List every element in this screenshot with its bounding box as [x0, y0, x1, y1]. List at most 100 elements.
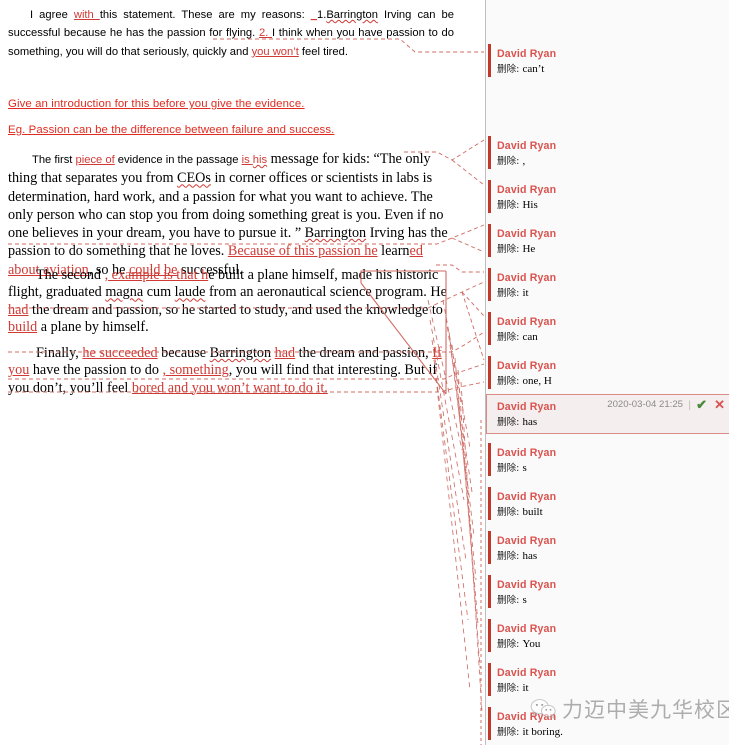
comment-action-label: 删除:	[497, 156, 523, 167]
comment-deleted-text: can	[522, 331, 538, 343]
comment-deleted-text: You	[522, 638, 541, 650]
evidence1-lead-run-2: evidence in the passage	[114, 154, 242, 166]
intro-run-9: you won’t	[251, 45, 299, 58]
comment-action-label: 删除:	[497, 727, 523, 738]
comment-balloon[interactable]: David Ryan 删除: s	[487, 573, 729, 611]
para1-runs: I agree with this statement. These are m…	[8, 9, 454, 58]
evidence1-run-1: CEOs	[177, 170, 211, 187]
comment-deleted-text: can’t	[522, 63, 545, 75]
comment-deleted-text: s	[522, 462, 527, 474]
document-body[interactable]: I agree with this statement. These are m…	[0, 6, 484, 396]
comment-author: David Ryan	[497, 316, 557, 328]
comment-change-bar	[488, 44, 491, 77]
comment-change-bar	[488, 180, 491, 213]
comment-body: 删除: one, H	[497, 374, 724, 389]
evidence1-lead-run-3: is	[241, 154, 253, 166]
comment-author: David Ryan	[497, 579, 557, 591]
comment-author: David Ryan	[497, 140, 557, 152]
paragraph-first-evidence: The first piece of evidence in the passa…	[8, 150, 450, 279]
comment-body: 删除: it boring.	[497, 725, 724, 740]
revision-comment-pane[interactable]: David Ryan 删除: can’t David Ryan 删除: , David …	[485, 0, 729, 745]
teacher-note-2: Eg. Passion can be the difference betwee…	[8, 124, 335, 136]
evidence1-lead-run-4: his	[252, 154, 268, 166]
comment-balloon[interactable]: David Ryan 删除: can	[487, 310, 729, 348]
comment-change-bar	[488, 312, 491, 345]
reject-change-icon[interactable]: ✕	[714, 397, 725, 412]
comment-deleted-text: one, H	[522, 375, 552, 387]
comment-balloon[interactable]: David Ryan 删除: can’t	[487, 42, 729, 80]
comment-change-bar	[488, 487, 491, 520]
comment-change-bar	[488, 575, 491, 608]
comment-balloon[interactable]: David Ryan 删除: His	[487, 178, 729, 216]
conclusion-run-5: had	[274, 345, 296, 361]
comment-author: David Ryan	[497, 623, 557, 635]
comment-balloon[interactable]: David Ryan 2020-03-04 21:25 | ✔ ✕ 删除: has	[486, 394, 729, 434]
accept-change-icon[interactable]: ✔	[696, 397, 707, 412]
comment-action-label: 删除:	[497, 551, 523, 562]
intro-run-1: with	[73, 9, 100, 21]
intro-run-2: this statement. These are my reasons:	[99, 9, 311, 21]
evidence1-run-5: Because of this passion he	[227, 243, 378, 260]
comment-balloon[interactable]: David Ryan 删除: ,	[487, 134, 729, 172]
comment-action-label: 删除:	[497, 332, 523, 343]
comment-balloon[interactable]: David Ryan 删除: You	[487, 617, 729, 655]
comment-deleted-text: has	[522, 550, 538, 562]
comment-body: 删除: built	[497, 505, 724, 520]
comment-balloon[interactable]: David Ryan 删除: it	[487, 266, 729, 304]
conclusion-run-8: have the passion to do	[29, 362, 163, 379]
comment-change-bar	[488, 443, 491, 476]
comment-balloon[interactable]: David Ryan 删除: He	[487, 222, 729, 260]
evidence2-run-6: from an aeronautical science program. He	[205, 284, 447, 301]
comment-action-label: 删除:	[497, 595, 523, 606]
evidence1-lead-run-0: The first	[32, 154, 76, 166]
comment-author: David Ryan	[497, 48, 557, 60]
comment-body: 删除: has	[497, 549, 724, 564]
evidence2-run-9: build	[8, 318, 38, 335]
comment-deleted-text: His	[522, 199, 538, 211]
comment-author: David Ryan	[497, 447, 557, 459]
evidence1-lead-run-1: piece of	[75, 154, 115, 166]
comment-body: 删除: it	[497, 286, 724, 301]
comment-balloon[interactable]: David Ryan 删除: built	[487, 485, 729, 523]
document-pane[interactable]: I agree with this statement. These are m…	[0, 0, 484, 745]
comment-balloon[interactable]: David Ryan 删除: s	[487, 441, 729, 479]
intro-run-7: 2.	[258, 27, 272, 40]
comment-change-bar	[488, 663, 491, 696]
comment-body: 删除: s	[497, 593, 724, 608]
comment-deleted-text: ,	[522, 155, 526, 167]
comment-action-label: 删除:	[497, 417, 523, 428]
comment-action-label: 删除:	[497, 244, 523, 255]
comment-deleted-text: built	[522, 506, 543, 518]
evidence2-run-1: , example is that h	[104, 267, 209, 283]
comment-timestamp: 2020-03-04 21:25	[607, 399, 683, 410]
comment-change-bar	[488, 356, 491, 389]
comment-body: 删除: You	[497, 637, 724, 652]
comment-action-label: 删除:	[497, 376, 523, 387]
comment-balloon[interactable]: David Ryan 删除: it boring.	[487, 705, 729, 743]
comment-author: David Ryan	[497, 667, 557, 679]
evidence2-run-3: magna	[105, 284, 144, 301]
comment-action-label: 删除:	[497, 64, 523, 75]
conclusion-run-3: Barrington	[209, 345, 272, 361]
comment-author: David Ryan	[497, 535, 557, 547]
comment-body: 删除: can	[497, 330, 724, 345]
comment-author: David Ryan	[497, 401, 557, 413]
para4-runs: Finally, he succeeded because Barrington…	[8, 345, 442, 396]
comment-body: 删除: His	[497, 198, 724, 213]
comment-action-label: 删除:	[497, 288, 523, 299]
intro-run-4: 1.	[316, 9, 327, 21]
comment-balloon[interactable]: David Ryan 删除: one, H	[487, 354, 729, 392]
evidence1-run-3: Barrington	[304, 225, 367, 242]
conclusion-run-6: the dream and passion,	[295, 345, 433, 361]
conclusion-run-2: because	[157, 345, 210, 361]
revision-review-screen: I agree with this statement. These are m…	[0, 0, 729, 745]
comment-balloon[interactable]: David Ryan 删除: has	[487, 529, 729, 567]
comment-action-label: 删除:	[497, 463, 523, 474]
comment-body: 删除: ,	[497, 154, 724, 169]
comment-balloon[interactable]: David Ryan 删除: it	[487, 661, 729, 699]
evidence2-run-10: a plane by himself.	[37, 318, 149, 335]
intro-run-10: feel tired.	[298, 45, 348, 58]
para2-rest: message for kids: “The only thing that s…	[8, 151, 448, 278]
paragraph-conclusion: Finally, he succeeded because Barrington…	[8, 345, 452, 397]
conclusion-run-11: bored and you won’t want to do it.	[131, 379, 328, 396]
